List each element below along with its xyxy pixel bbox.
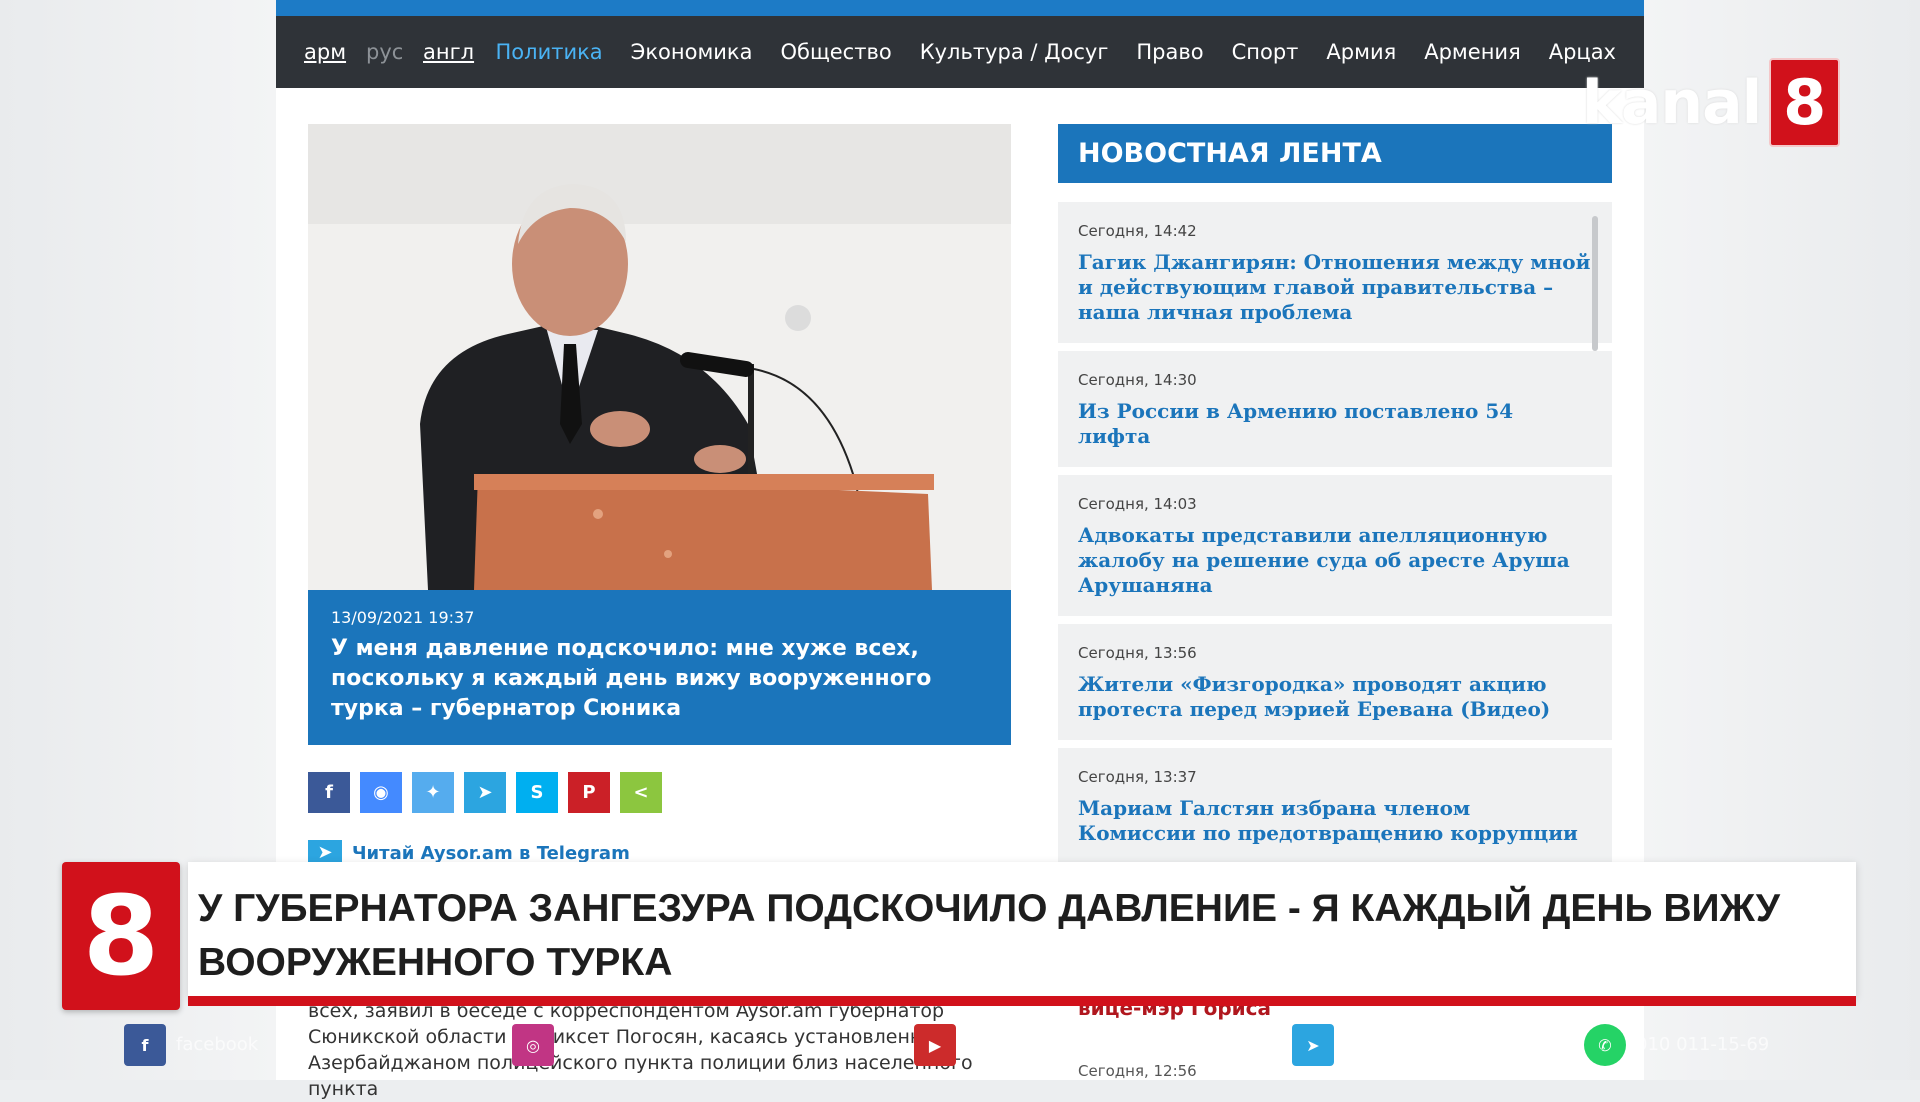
news-feed-item[interactable]: Сегодня, 14:03 Адвокаты представили апел… bbox=[1058, 475, 1612, 616]
whatsapp-icon: ✆ bbox=[1584, 1024, 1626, 1066]
news-feed-title: НОВОСТНАЯ ЛЕНТА bbox=[1078, 138, 1382, 169]
news-feed-item[interactable]: Сегодня, 14:30 Из России в Армению поста… bbox=[1058, 351, 1612, 467]
news-feed-list: Сегодня, 14:42 Гагик Джангирян: Отношени… bbox=[1058, 202, 1612, 872]
skype-share-button[interactable]: S bbox=[516, 772, 558, 813]
nav-item-armenia[interactable]: Армения bbox=[1424, 40, 1520, 64]
facebook-share-button[interactable]: f bbox=[308, 772, 350, 813]
ticker-channel-badge: 8 bbox=[62, 862, 180, 1010]
news-time: Сегодня, 13:56 bbox=[1078, 644, 1197, 662]
nav-item-law[interactable]: Право bbox=[1136, 40, 1203, 64]
news-title[interactable]: Гагик Джангирян: Отношения между мной и … bbox=[1078, 250, 1592, 325]
instagram-icon: ◎ bbox=[512, 1024, 554, 1066]
news-title[interactable]: Адвокаты представили апелляционную жалоб… bbox=[1078, 523, 1592, 598]
photo-speaker-at-podium bbox=[308, 124, 1011, 590]
nav-item-society[interactable]: Общество bbox=[781, 40, 892, 64]
nav-item-culture[interactable]: Культура / Досуг bbox=[920, 40, 1109, 64]
news-title[interactable]: Из России в Армению поставлено 54 лифта bbox=[1078, 399, 1592, 449]
youtube-icon: ▶ bbox=[914, 1024, 956, 1066]
share-buttons: f ◉ ✦ ➤ S P < bbox=[308, 772, 662, 813]
messenger-share-button[interactable]: ◉ bbox=[360, 772, 402, 813]
generic-share-button[interactable]: < bbox=[620, 772, 662, 813]
nav-menu: Политика Экономика Общество Культура / Д… bbox=[496, 40, 1616, 64]
nav-item-sport[interactable]: Спорт bbox=[1232, 40, 1299, 64]
ticker-underline bbox=[188, 996, 1856, 1006]
social-facebook-label: facebook bbox=[176, 1034, 259, 1055]
news-time: Сегодня, 14:42 bbox=[1078, 222, 1197, 240]
news-feed-item[interactable]: Сегодня, 13:56 Жители «Физгородка» прово… bbox=[1058, 624, 1612, 740]
pinterest-icon: P bbox=[582, 782, 596, 803]
news-feed-header: НОВОСТНАЯ ЛЕНТА bbox=[1058, 124, 1612, 183]
twitter-icon: ✦ bbox=[425, 782, 441, 803]
lang-arm-link[interactable]: арм bbox=[304, 40, 346, 64]
telegram-icon: ➤ bbox=[477, 782, 493, 803]
social-bar: f facebook ◎ ▶ ➤ ✆ 010 011-15-69 bbox=[0, 1018, 1920, 1070]
article-photo[interactable] bbox=[308, 124, 1011, 590]
lang-rus-link[interactable]: рус bbox=[366, 40, 403, 64]
news-feed-item[interactable]: Сегодня, 13:37 Мариам Галстян избрана чл… bbox=[1058, 748, 1612, 864]
top-strip bbox=[276, 0, 1644, 16]
ticker-body: У ГУБЕРНАТОРА ЗАНГЕЗУРА ПОДСКОЧИЛО ДАВЛЕ… bbox=[188, 862, 1856, 997]
nav-item-army[interactable]: Армия bbox=[1326, 40, 1396, 64]
news-feed-scrollbar[interactable] bbox=[1592, 216, 1598, 351]
telegram-share-button[interactable]: ➤ bbox=[464, 772, 506, 813]
twitter-share-button[interactable]: ✦ bbox=[412, 772, 454, 813]
facebook-icon: f bbox=[325, 782, 333, 803]
news-title[interactable]: Жители «Физгородка» проводят акцию проте… bbox=[1078, 672, 1592, 722]
messenger-icon: ◉ bbox=[373, 782, 389, 803]
nav-item-economy[interactable]: Экономика bbox=[631, 40, 753, 64]
ticker-headline: У ГУБЕРНАТОРА ЗАНГЕЗУРА ПОДСКОЧИЛО ДАВЛЕ… bbox=[198, 887, 1781, 984]
lang-eng-link[interactable]: англ bbox=[423, 40, 474, 64]
news-time: Сегодня, 14:30 bbox=[1078, 371, 1197, 389]
channel-logo-number: 8 bbox=[1769, 58, 1841, 147]
pinterest-share-button[interactable]: P bbox=[568, 772, 610, 813]
facebook-icon: f bbox=[124, 1024, 166, 1066]
telegram-icon: ➤ bbox=[1292, 1024, 1334, 1066]
social-phone-number: 010 011-15-69 bbox=[1636, 1034, 1770, 1055]
channel-logo-text: kanal bbox=[1582, 67, 1762, 138]
share-icon: < bbox=[633, 782, 649, 803]
news-title[interactable]: Мариам Галстян избрана членом Комиссии п… bbox=[1078, 796, 1592, 846]
news-time: Сегодня, 13:37 bbox=[1078, 768, 1197, 786]
article-date: 13/09/2021 19:37 bbox=[331, 608, 475, 627]
article-caption[interactable]: 13/09/2021 19:37 У меня давление подскоч… bbox=[308, 590, 1011, 745]
news-feed-item[interactable]: Сегодня, 14:42 Гагик Джангирян: Отношени… bbox=[1058, 202, 1612, 343]
main-nav: арм рус англ Политика Экономика Общество… bbox=[276, 16, 1644, 88]
skype-icon: S bbox=[530, 782, 544, 803]
nav-item-politics[interactable]: Политика bbox=[496, 40, 603, 64]
channel-logo: kanal 8 bbox=[1582, 58, 1841, 147]
telegram-link-text[interactable]: Читай Aysor.am в Telegram bbox=[352, 843, 630, 864]
news-time: Сегодня, 14:03 bbox=[1078, 495, 1197, 513]
article-title[interactable]: У меня давление подскочило: мне хуже все… bbox=[331, 634, 991, 724]
broadcast-ticker: 8 У ГУБЕРНАТОРА ЗАНГЕЗУРА ПОДСКОЧИЛО ДАВ… bbox=[62, 862, 1856, 1010]
